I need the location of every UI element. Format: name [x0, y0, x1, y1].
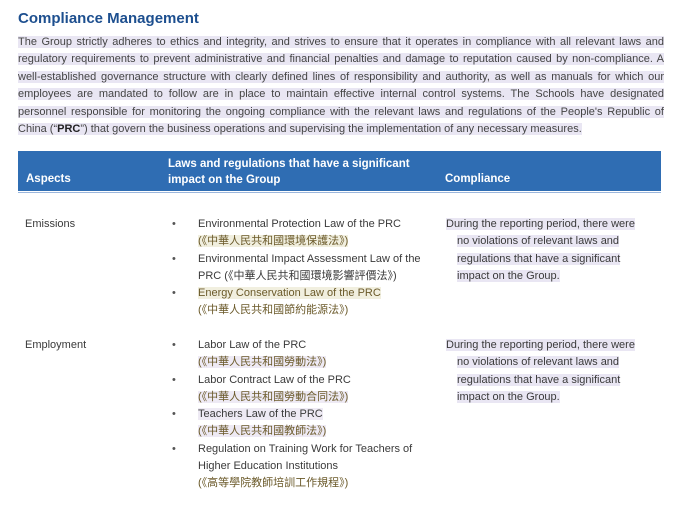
law-cn: (《中華人民共和國勞動法》): [198, 356, 327, 369]
list-item: Energy Conservation Law of the PRC (《中華人…: [172, 285, 442, 320]
compliance-employment: During the reporting period, there were …: [446, 337, 661, 406]
list-item: Environmental Impact Assessment Law of t…: [172, 251, 442, 286]
header-aspects: Aspects: [26, 173, 71, 185]
intro-text-1: The Group strictly adheres to ethics and…: [18, 36, 664, 136]
list-item: Teachers Law of the PRC (《中華人民共和國教師法》): [172, 406, 442, 441]
law-en: Environmental Protection Law of the PRC: [198, 218, 401, 230]
list-item: Labor Law of the PRC (《中華人民共和國勞動法》): [172, 337, 442, 372]
law-cn: (《中華人民共和國環境影響評價法》): [224, 269, 397, 282]
compliance-line: no violations of relevant laws and: [457, 356, 620, 369]
law-cn: (《中華人民共和國環境保護法》): [198, 235, 349, 248]
header-compliance: Compliance: [445, 173, 511, 185]
law-en: Labor Law of the PRC: [198, 339, 307, 351]
aspect-emissions: Emissions: [25, 218, 76, 230]
law-cn: (《高等學院教師培訓工作規程》): [198, 477, 349, 490]
laws-list-employment: Labor Law of the PRC (《中華人民共和國勞動法》) Labo…: [172, 337, 442, 493]
compliance-emissions: During the reporting period, there were …: [446, 216, 661, 285]
compliance-line: impact on the Group.: [457, 269, 560, 282]
table-header: Aspects Laws and regulations that have a…: [18, 151, 661, 191]
page: { "title": "Compliance Management", "int…: [0, 0, 688, 512]
law-cn: (《中華人民共和國教師法》): [198, 425, 327, 438]
header-laws: Laws and regulations that have a signifi…: [168, 158, 410, 186]
law-en: Regulation on Training Work for Teachers…: [198, 442, 413, 473]
compliance-line: no violations of relevant laws and: [457, 235, 620, 248]
compliance-line: During the reporting period, there were: [446, 339, 635, 351]
header-divider: [18, 192, 661, 193]
list-item: Labor Contract Law of the PRC (《中華人民共和國勞…: [172, 372, 442, 407]
compliance-line: regulations that have a significant: [457, 252, 621, 265]
compliance-line: impact on the Group.: [457, 390, 560, 403]
compliance-line: regulations that have a significant: [457, 373, 621, 386]
section-title: Compliance Management: [18, 10, 199, 27]
intro-paragraph: The Group strictly adheres to ethics and…: [18, 34, 664, 138]
aspect-employment: Employment: [25, 339, 87, 351]
law-cn: (《中華人民共和國勞動合同法》): [198, 390, 349, 403]
laws-list-emissions: Environmental Protection Law of the PRC …: [172, 216, 442, 320]
intro-bold-prc: PRC: [57, 123, 81, 136]
law-en: Teachers Law of the PRC: [198, 408, 323, 421]
law-en: Energy Conservation Law of the PRC: [198, 287, 381, 300]
list-item: Regulation on Training Work for Teachers…: [172, 441, 442, 493]
law-cn: (《中華人民共和國節約能源法》): [198, 304, 349, 317]
list-item: Environmental Protection Law of the PRC …: [172, 216, 442, 251]
compliance-line: During the reporting period, there were: [446, 218, 635, 230]
intro-text-2: ”) that govern the business operations a…: [80, 123, 582, 136]
law-en: Labor Contract Law of the PRC: [198, 373, 351, 386]
